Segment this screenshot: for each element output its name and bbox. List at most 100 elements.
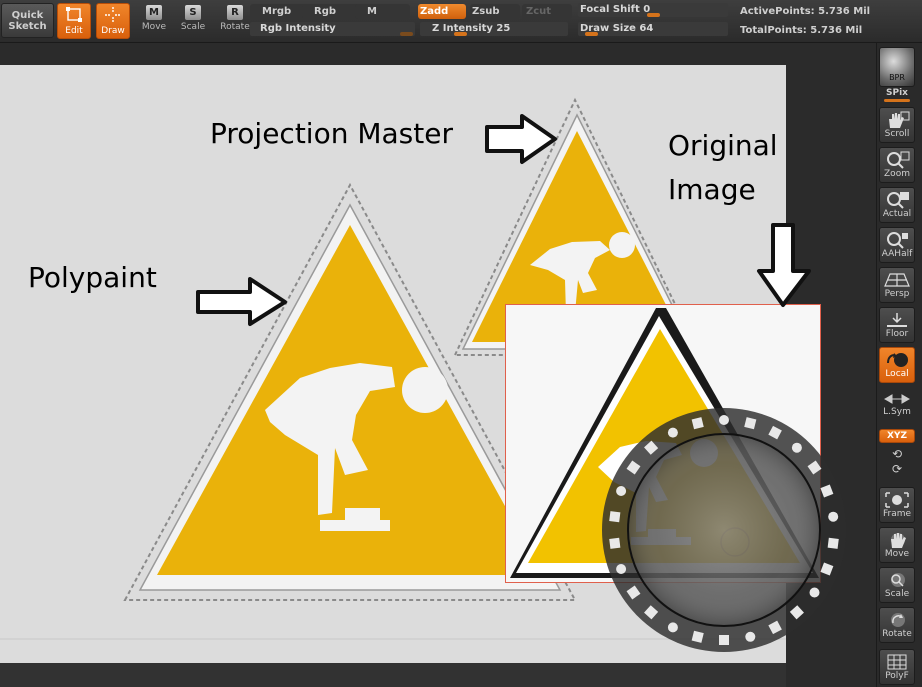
focal-shift-label: Focal Shift — [580, 4, 640, 15]
polyf-button[interactable]: PolyF — [879, 649, 915, 685]
edit-icon — [66, 7, 82, 22]
local-transform-icon — [887, 353, 908, 367]
rotate-view-label: Rotate — [882, 629, 912, 639]
lens-tool-icon[interactable] — [609, 511, 621, 523]
top-toolbar: Quick Sketch Edit Draw M Move S Scale R … — [0, 0, 922, 43]
bpr-label: BPR — [889, 73, 905, 82]
total-points: TotalPoints: 5.736 Mil — [740, 25, 863, 36]
floor-button[interactable]: Floor — [879, 307, 915, 343]
floor-icon — [887, 313, 907, 327]
frame-icon — [885, 492, 909, 508]
scroll-button[interactable]: Scroll — [879, 107, 915, 143]
zcut-button[interactable]: Zcut — [522, 4, 572, 19]
lens-tool-icon[interactable] — [745, 631, 756, 642]
polypaint-label: Polypaint — [28, 261, 157, 294]
lens-tool-icon[interactable] — [719, 635, 729, 645]
rotate-button[interactable]: R Rotate — [218, 3, 252, 39]
local-label: Local — [885, 369, 909, 379]
bpr-button[interactable]: BPR — [879, 47, 915, 87]
projection-master-arrow-icon — [485, 114, 557, 164]
local-button[interactable]: Local — [879, 347, 915, 383]
move-view-label: Move — [884, 549, 910, 559]
actual-button[interactable]: Actual — [879, 187, 915, 223]
canvas-footer — [0, 663, 786, 687]
move-button[interactable]: M Move — [137, 3, 171, 39]
zcut-label: Zcut — [526, 6, 552, 17]
rotate-view-button[interactable]: Rotate — [879, 607, 915, 643]
z-intensity-slider[interactable]: Z Intensity 25 — [420, 22, 568, 36]
quick-sketch-label-1: Quick — [11, 10, 44, 21]
rotation-axis-icons: ⟲ ⟳ — [879, 447, 915, 477]
z-intensity-knob[interactable] — [454, 32, 467, 36]
lens-tool-icon[interactable] — [616, 486, 627, 496]
focal-shift-slider[interactable]: Focal Shift 0 — [578, 3, 728, 17]
polypaint-arrow-icon — [196, 277, 287, 326]
lens-tool-icon[interactable] — [667, 622, 678, 633]
perspective-grid-icon — [884, 273, 910, 287]
zsub-button[interactable]: Zsub — [470, 4, 520, 19]
rotate-key-icon: R — [227, 5, 243, 20]
original-label-line1: Original — [668, 129, 778, 162]
draw-size-value: 64 — [639, 23, 654, 34]
focal-shift-knob[interactable] — [647, 13, 660, 17]
rgb-label: Rgb — [314, 6, 337, 17]
draw-size-knob[interactable] — [585, 32, 598, 36]
lens-tool-icon[interactable] — [828, 511, 839, 522]
zadd-button[interactable]: Zadd — [418, 4, 466, 19]
active-points: ActivePoints: 5.736 Mil — [740, 6, 871, 17]
scroll-label: Scroll — [884, 129, 910, 139]
scale-view-label: Scale — [884, 589, 910, 599]
original-label-line2: Image — [668, 173, 756, 206]
scale-button[interactable]: S Scale — [176, 3, 210, 39]
zbrush-window: { "toolbar": { "quick_sketch_line1": "Qu… — [0, 0, 922, 687]
m-label: M — [367, 6, 377, 17]
draw-label: Draw — [101, 26, 125, 36]
rotate-label: Rotate — [220, 22, 250, 32]
zsub-label: Zsub — [472, 6, 500, 17]
rgb-button[interactable]: Rgb — [302, 4, 360, 19]
floor-label: Floor — [885, 329, 909, 339]
draw-size-slider[interactable]: Draw Size 64 — [578, 22, 728, 36]
scale-label: Scale — [180, 22, 206, 32]
projection-master-label: Projection Master — [210, 117, 453, 150]
edit-button[interactable]: Edit — [57, 3, 91, 39]
polyframe-grid-icon — [887, 654, 907, 670]
aahalf-icon — [887, 232, 908, 249]
spix-slider[interactable]: SPix — [879, 88, 915, 102]
move-view-button[interactable]: Move — [879, 527, 915, 563]
rotate-y-icon[interactable]: ⟲ — [879, 447, 915, 462]
frame-button[interactable]: Frame — [879, 487, 915, 523]
draw-button[interactable]: Draw — [96, 3, 130, 39]
original-down-arrow-icon — [757, 223, 811, 307]
lens-tool-icon[interactable] — [791, 442, 802, 453]
quick-sketch-button[interactable]: Quick Sketch — [1, 3, 54, 38]
zoom-button[interactable]: Zoom — [879, 147, 915, 183]
scale-view-button[interactable]: Scale — [879, 567, 915, 603]
rgb-intensity-knob[interactable] — [400, 32, 413, 36]
move-label: Move — [141, 22, 167, 32]
lens-tool-icon[interactable] — [616, 564, 627, 574]
lightbox-lens-wheel[interactable] — [596, 402, 852, 658]
rotate-z-icon[interactable]: ⟳ — [879, 462, 915, 477]
z-intensity-value: 25 — [496, 23, 511, 34]
lens-tool-icon[interactable] — [827, 537, 839, 549]
scroll-hand-icon — [889, 111, 910, 128]
canvas-area[interactable]: Projection Master Polypaint Original Ima… — [0, 43, 876, 687]
xyz-label: XYZ — [887, 431, 907, 441]
xyz-button[interactable]: XYZ — [879, 429, 915, 443]
persp-button[interactable]: Persp — [879, 267, 915, 303]
frame-label: Frame — [882, 509, 912, 519]
spix-label: SPix — [886, 88, 908, 98]
lens-tool-icon[interactable] — [609, 537, 621, 549]
edit-label: Edit — [65, 26, 83, 36]
m-button[interactable]: M — [355, 4, 410, 19]
lsym-button[interactable]: L.Sym — [879, 394, 915, 417]
rotate-view-icon — [891, 613, 905, 627]
mrgb-button[interactable]: Mrgb — [250, 4, 310, 19]
rgb-intensity-label: Rgb Intensity — [260, 23, 336, 34]
lens-tool-icon[interactable] — [667, 427, 678, 438]
rgb-intensity-slider[interactable]: Rgb Intensity — [250, 22, 415, 36]
aahalf-button[interactable]: AAHalf — [879, 227, 915, 263]
lens-tool-icon[interactable] — [809, 587, 820, 598]
lens-tool-icon[interactable] — [719, 415, 729, 425]
